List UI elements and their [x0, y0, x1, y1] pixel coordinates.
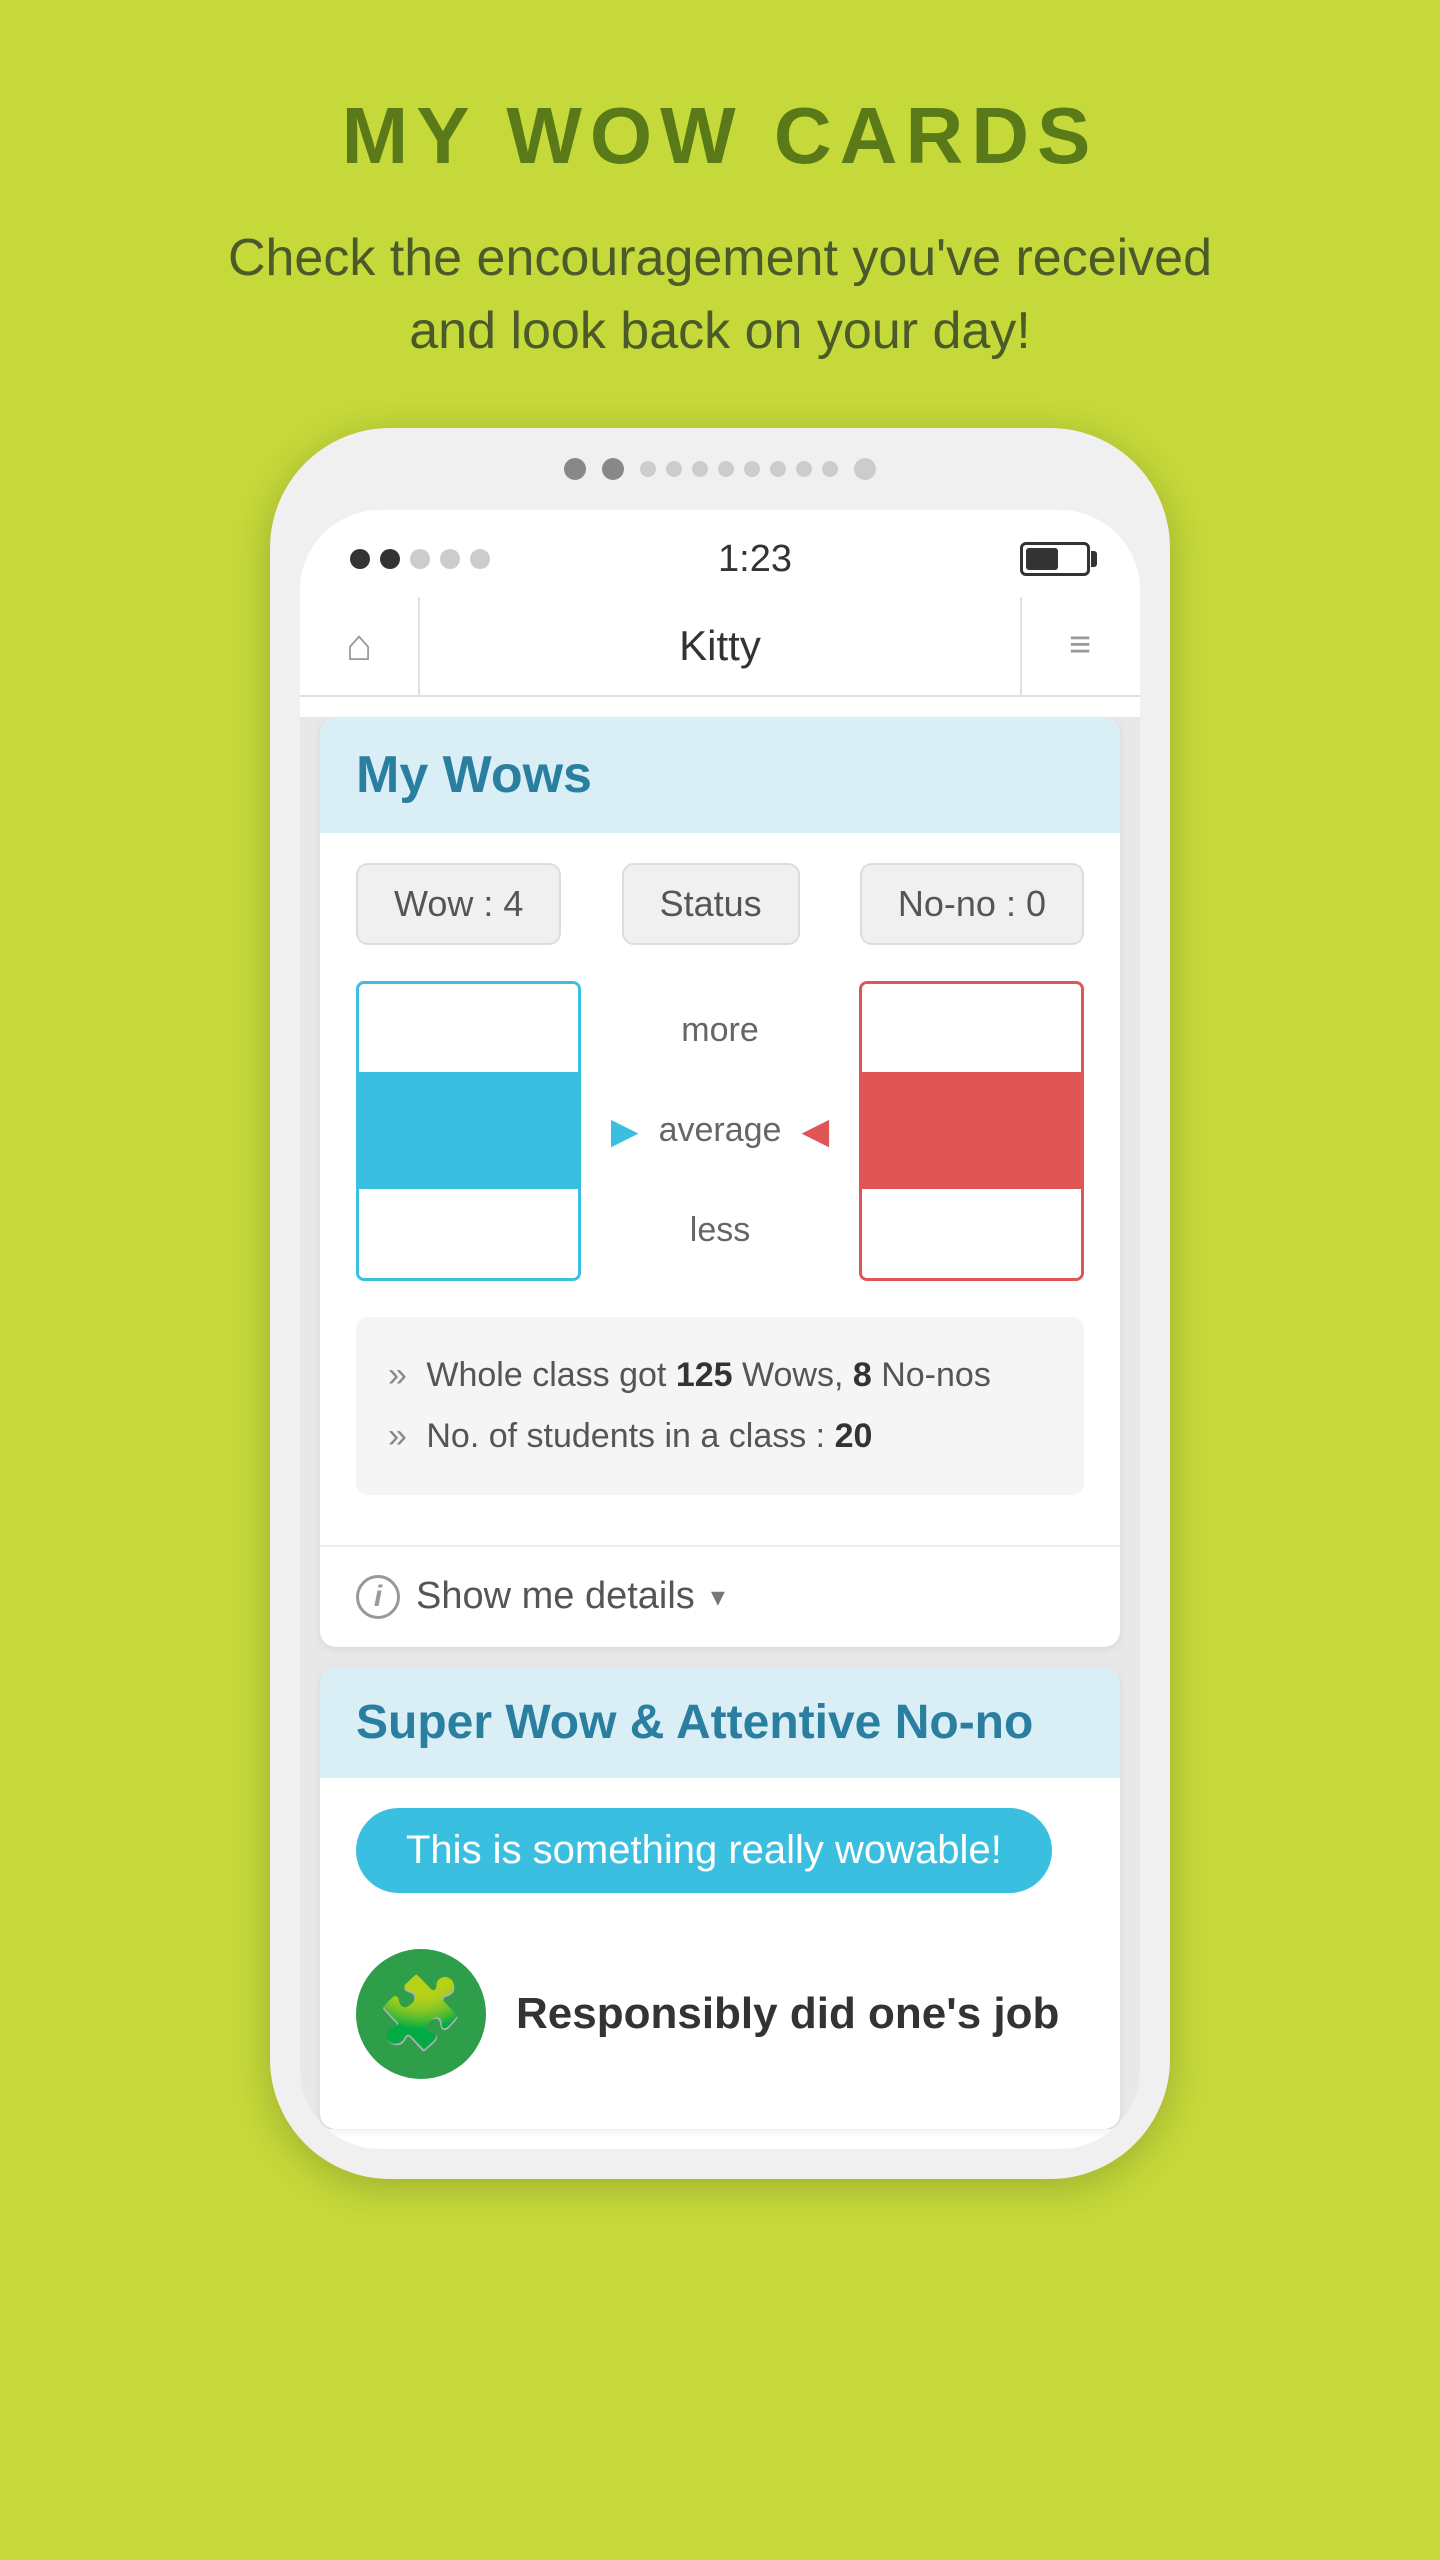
home-button[interactable]: ⌂ [300, 597, 420, 695]
dot-small-2 [666, 461, 682, 477]
signal-dot-2 [380, 549, 400, 569]
battery-fill [1026, 548, 1058, 570]
my-wows-body: Wow : 4 Status No-no : 0 ▶ more [320, 833, 1120, 1545]
my-wows-card: My Wows Wow : 4 Status No-no : 0 [320, 717, 1120, 1647]
menu-button[interactable]: ≡ [1020, 597, 1140, 695]
signal-dot-4 [440, 549, 460, 569]
dot-1 [564, 458, 586, 480]
stats-info: » Whole class got 125 Wows, 8 No-nos » N… [356, 1317, 1084, 1495]
dot-small-3 [692, 461, 708, 477]
dots-line [640, 461, 838, 477]
stats-wow-label: Wows, [733, 1356, 853, 1394]
stats-prefix-1: Whole class got [426, 1356, 675, 1394]
page-header: MY WOW CARDS Check the encouragement you… [0, 0, 1440, 368]
stats-row: Wow : 4 Status No-no : 0 [356, 863, 1084, 945]
super-wow-card: Super Wow & Attentive No-no This is some… [320, 1667, 1120, 2129]
arrow-blue: ▶ [611, 1110, 639, 1152]
dot-2 [602, 458, 624, 480]
info-icon: i [356, 1575, 400, 1619]
dropdown-arrow-icon: ▾ [711, 1580, 725, 1613]
nono-badge[interactable]: No-no : 0 [860, 863, 1084, 945]
dot-small-1 [640, 461, 656, 477]
nono-bar-chart [859, 981, 1084, 1281]
show-details-section[interactable]: i Show me details ▾ [320, 1545, 1120, 1647]
wow-label-badge: This is something really wowable! [356, 1808, 1052, 1893]
bar-top-red [862, 984, 1081, 1072]
bar-top-blue [359, 984, 578, 1072]
dot-small-5 [744, 461, 760, 477]
stats-line-1: » Whole class got 125 Wows, 8 No-nos [388, 1345, 1052, 1406]
status-bar: 1:23 [300, 510, 1140, 597]
chart-labels: more average less [659, 981, 782, 1281]
dot-small-7 [796, 461, 812, 477]
page-subtitle: Check the encouragement you've receiveda… [0, 222, 1440, 368]
hamburger-icon: ≡ [1069, 624, 1093, 667]
puzzle-icon: 🧩 [356, 1949, 486, 2079]
dot-small-8 [822, 461, 838, 477]
dot-small-6 [770, 461, 786, 477]
battery-indicator [1020, 542, 1090, 576]
dot-last [854, 458, 876, 480]
stats-student-count: 20 [835, 1417, 873, 1455]
my-wows-header: My Wows [320, 717, 1120, 833]
super-wow-title: Super Wow & Attentive No-no [356, 1695, 1084, 1750]
app-content: My Wows Wow : 4 Status No-no : 0 [300, 717, 1140, 2129]
arrow-red: ◀ [801, 1110, 829, 1152]
label-average: average [659, 1111, 782, 1150]
stats-wow-count: 125 [676, 1356, 733, 1394]
signal-dot-1 [350, 549, 370, 569]
bar-bottom-blue [359, 1189, 578, 1277]
stats-line-2: » No. of students in a class : 20 [388, 1406, 1052, 1467]
phone-screen: 1:23 ⌂ Kitty ≡ My Wows [300, 510, 1140, 2149]
home-icon: ⌂ [346, 621, 373, 671]
wow-bar-chart [356, 981, 581, 1281]
chart-row: ▶ more average less ◀ [356, 981, 1084, 1281]
stats-nono-label: No-nos [872, 1356, 991, 1394]
resp-item: 🧩 Responsibly did one's job [356, 1929, 1084, 2099]
nav-bar: ⌂ Kitty ≡ [300, 597, 1140, 697]
stats-nono-count: 8 [853, 1356, 872, 1394]
signal-dot-5 [470, 549, 490, 569]
page-title: MY WOW CARDS [0, 90, 1440, 182]
signal-dot-3 [410, 549, 430, 569]
bar-fill-blue [359, 1072, 578, 1190]
label-more: more [659, 1011, 782, 1050]
resp-text: Responsibly did one's job [516, 1989, 1059, 2039]
super-wow-header: Super Wow & Attentive No-no [320, 1667, 1120, 1778]
chevron-icon-1: » [388, 1356, 407, 1394]
phone-frame: 1:23 ⌂ Kitty ≡ My Wows [270, 428, 1170, 2179]
chevron-icon-2: » [388, 1417, 407, 1455]
status-badge[interactable]: Status [622, 863, 800, 945]
status-time: 1:23 [718, 538, 792, 581]
bar-fill-red [862, 1072, 1081, 1190]
wow-badge[interactable]: Wow : 4 [356, 863, 561, 945]
dot-small-4 [718, 461, 734, 477]
super-wow-body: This is something really wowable! 🧩 Resp… [320, 1778, 1120, 2129]
my-wows-title: My Wows [356, 745, 1084, 805]
pagination-dots [300, 458, 1140, 480]
signal-indicator [350, 549, 490, 569]
nav-title: Kitty [420, 622, 1020, 670]
stats-prefix-2: No. of students in a class : [426, 1417, 834, 1455]
label-less: less [659, 1211, 782, 1250]
show-details-label: Show me details [416, 1575, 695, 1618]
bar-bottom-red [862, 1189, 1081, 1277]
